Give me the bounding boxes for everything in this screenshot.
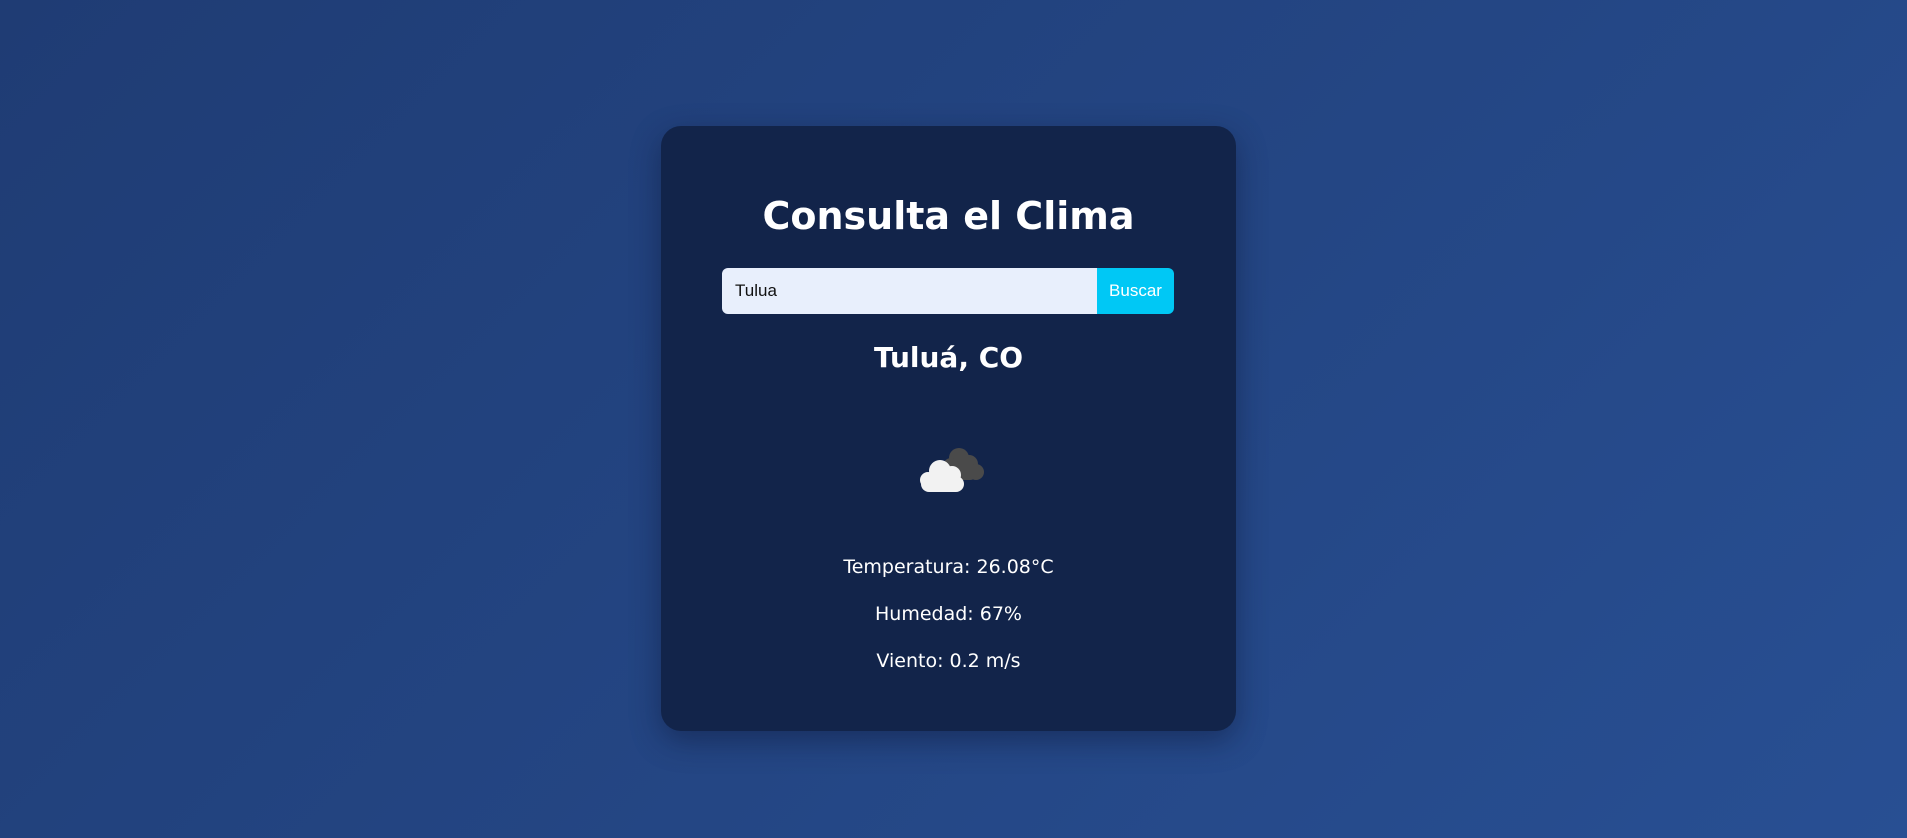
weather-card: Consulta el Clima Buscar Tuluá, CO Tempe… bbox=[661, 126, 1236, 731]
city-name: Tuluá, CO bbox=[873, 341, 1024, 374]
broken-clouds-icon bbox=[920, 448, 984, 492]
search-bar: Buscar bbox=[722, 268, 1174, 314]
page-title: Consulta el Clima bbox=[762, 194, 1135, 238]
temperature-text: Temperatura: 26.08°C bbox=[843, 556, 1054, 578]
humidity-text: Humedad: 67% bbox=[875, 603, 1022, 625]
search-button[interactable]: Buscar bbox=[1097, 268, 1174, 314]
city-search-input[interactable] bbox=[722, 268, 1097, 314]
wind-text: Viento: 0.2 m/s bbox=[876, 650, 1021, 672]
